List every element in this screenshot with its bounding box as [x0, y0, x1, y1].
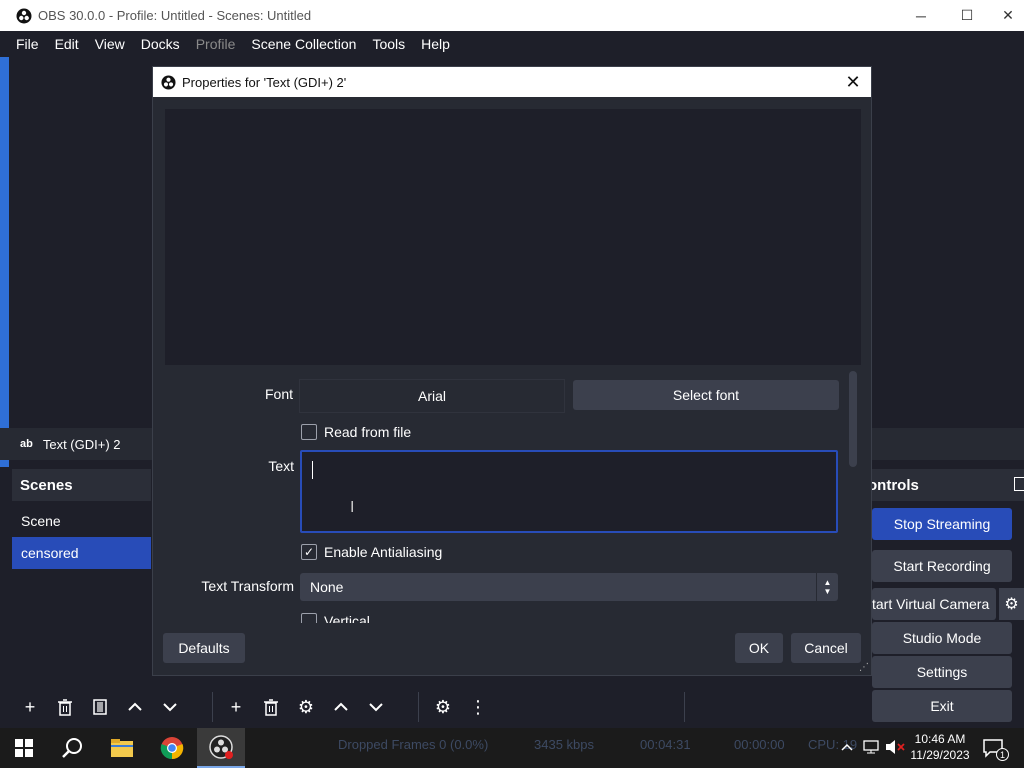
obs-logo-icon: [161, 74, 176, 90]
status-recording-time: 00:00:00: [734, 737, 785, 752]
text-input[interactable]: I: [300, 450, 838, 533]
audio-mixer-toolbar: ⚙ ⋮: [427, 690, 497, 724]
network-icon[interactable]: [862, 738, 880, 756]
move-source-up-icon[interactable]: [325, 691, 357, 723]
font-label: Font: [264, 386, 293, 402]
maximize-button[interactable]: ☐: [944, 0, 990, 31]
scenes-dock-title: Scenes: [12, 469, 151, 501]
properties-dialog: Properties for 'Text (GDI+) 2' ✕ Font Ar…: [152, 66, 872, 676]
font-value: Arial: [417, 388, 446, 404]
toolbar-divider: [418, 692, 419, 722]
remove-scene-trash-icon[interactable]: [49, 691, 81, 723]
dock-float-icon[interactable]: [1014, 477, 1024, 491]
menu-tools[interactable]: Tools: [364, 36, 413, 52]
notification-count: 1: [996, 748, 1009, 761]
window-title: OBS 30.0.0 - Profile: Untitled - Scenes:…: [38, 8, 312, 23]
move-source-down-icon[interactable]: [360, 691, 392, 723]
source-context-bar-right: [872, 428, 1024, 460]
defaults-button[interactable]: Defaults: [163, 633, 245, 663]
scenes-toolbar: +: [14, 690, 189, 724]
taskbar-clock[interactable]: 10:46 AM 11/29/2023: [906, 731, 974, 763]
add-scene-icon[interactable]: +: [14, 691, 46, 723]
menu-scene-collection[interactable]: Scene Collection: [243, 36, 364, 52]
source-preview: [165, 109, 861, 365]
move-scene-down-icon[interactable]: [154, 691, 186, 723]
menu-file[interactable]: File: [8, 36, 47, 52]
menu-view[interactable]: View: [87, 36, 133, 52]
mixer-menu-kebab-icon[interactable]: ⋮: [462, 691, 494, 723]
settings-button[interactable]: Settings: [872, 656, 1012, 688]
obs-taskbar-icon[interactable]: [197, 728, 245, 768]
vertical-row-clipped: Vertical: [300, 613, 840, 623]
window-titlebar: OBS 30.0.0 - Profile: Untitled - Scenes:…: [0, 0, 1024, 31]
font-display: Arial: [299, 379, 565, 413]
text-source-icon: ab: [20, 438, 33, 450]
menu-bar: File Edit View Docks Profile Scene Colle…: [0, 31, 1024, 57]
toolbar-divider: [212, 692, 213, 722]
add-source-icon[interactable]: +: [220, 691, 252, 723]
obs-logo-icon: [16, 8, 32, 23]
studio-mode-button[interactable]: Studio Mode: [872, 622, 1012, 654]
start-virtual-camera-button[interactable]: tart Virtual Camera: [872, 588, 996, 620]
text-transform-value: None: [310, 579, 344, 595]
menu-profile[interactable]: Profile: [188, 36, 244, 52]
source-context-bar: ab Text (GDI+) 2: [0, 428, 152, 460]
source-name: Text (GDI+) 2: [42, 436, 121, 452]
search-icon[interactable]: [48, 728, 96, 768]
close-window-button[interactable]: ✕: [985, 0, 1024, 31]
clock-time: 10:46 AM: [914, 732, 966, 746]
dialog-titlebar: Properties for 'Text (GDI+) 2': [153, 67, 871, 97]
scene-filters-icon[interactable]: [84, 691, 116, 723]
advanced-audio-gears-icon[interactable]: ⚙: [427, 691, 459, 723]
clock-date: 11/29/2023: [910, 748, 970, 762]
minimize-button[interactable]: ─: [898, 0, 944, 31]
volume-muted-icon[interactable]: [884, 738, 906, 756]
select-font-button[interactable]: Select font: [573, 380, 839, 410]
enable-antialiasing-checkbox[interactable]: ✓: [301, 544, 317, 560]
properties-scrollbar[interactable]: [849, 371, 857, 467]
status-dropped-frames: Dropped Frames 0 (0.0%): [338, 737, 489, 752]
resize-grip-icon[interactable]: ⋰: [859, 662, 869, 673]
menu-docks[interactable]: Docks: [133, 36, 188, 52]
read-from-file-label[interactable]: Read from file: [324, 424, 411, 440]
menu-edit[interactable]: Edit: [47, 36, 87, 52]
start-recording-button[interactable]: Start Recording: [872, 550, 1012, 582]
remove-source-trash-icon[interactable]: [255, 691, 287, 723]
sources-toolbar: + ⚙: [220, 690, 395, 724]
toolbar-divider: [684, 692, 685, 722]
vertical-checkbox[interactable]: [301, 613, 317, 623]
preview-edge: [0, 57, 9, 467]
virtual-camera-settings-gear-icon[interactable]: ⚙: [999, 588, 1024, 620]
cancel-button[interactable]: Cancel: [791, 633, 861, 663]
exit-button[interactable]: Exit: [872, 690, 1012, 722]
ok-button[interactable]: OK: [735, 633, 783, 663]
read-from-file-checkbox[interactable]: [301, 424, 317, 440]
status-bitrate: 3435 kbps: [534, 737, 594, 752]
text-transform-label: Text Transform: [201, 578, 294, 594]
text-label: Text: [268, 458, 294, 474]
menu-help[interactable]: Help: [413, 36, 458, 52]
scene-item[interactable]: Scene: [12, 505, 151, 537]
text-caret: [312, 461, 313, 479]
dialog-title: Properties for 'Text (GDI+) 2': [182, 74, 347, 90]
scene-item-selected[interactable]: censored: [12, 537, 151, 569]
dialog-close-icon[interactable]: ✕: [841, 70, 865, 94]
controls-dock-title: ontrols: [860, 469, 1024, 501]
stop-streaming-button[interactable]: Stop Streaming: [872, 508, 1012, 540]
windows-start-icon[interactable]: [0, 728, 48, 768]
status-stream-time: 00:04:31: [640, 737, 691, 752]
text-transform-select[interactable]: None ▲ ▼: [300, 573, 838, 601]
show-hidden-icons-chevron-icon[interactable]: [838, 738, 856, 756]
ibeam-cursor-icon: I: [350, 499, 355, 516]
select-updown-chevron-icon: ▲ ▼: [816, 573, 838, 601]
action-center-icon[interactable]: 1: [982, 738, 1009, 761]
file-explorer-icon[interactable]: [98, 728, 146, 768]
scenes-list: Scene censored: [12, 505, 151, 569]
vertical-label[interactable]: Vertical: [324, 613, 370, 623]
source-properties-gear-icon[interactable]: ⚙: [290, 691, 322, 723]
chrome-icon[interactable]: [148, 728, 196, 768]
move-scene-up-icon[interactable]: [119, 691, 151, 723]
enable-antialiasing-label[interactable]: Enable Antialiasing: [324, 544, 442, 560]
